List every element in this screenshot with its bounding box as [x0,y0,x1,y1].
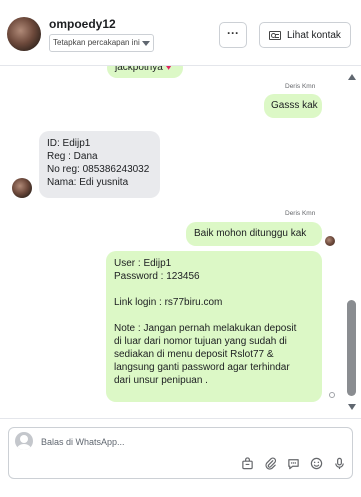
message-line: Note : Jangan pernah melakukan deposit [114,323,297,334]
outgoing-message[interactable]: User : Edijp1 Password : 123456 Link log… [106,251,322,402]
message-text: Gasss kak [271,100,318,111]
message-line: sediakan di menu deposit Rslot77 & [114,349,274,360]
message-line: di luar dari nomor tujuan yang sudah di [114,336,287,347]
message-line: User : Edijp1 [114,258,172,269]
read-receipt-avatar [325,236,335,246]
view-contact-button[interactable]: Lihat kontak [259,22,351,48]
more-options-button[interactable]: ··· [219,22,247,48]
scroll-thumb[interactable] [347,300,356,396]
contact-card-icon [269,30,281,40]
pin-conversation-value: Tetapkan percakapan ini [53,38,140,47]
outgoing-message[interactable]: Baik mohon ditunggu kak [186,222,322,246]
composer-tools [240,456,346,470]
sender-name: Deris Kmn [285,210,316,217]
composer-box[interactable] [8,427,353,479]
message-text: Baik mohon ditunggu kak [194,228,307,239]
message-line [114,309,322,322]
scroll-up-icon[interactable] [348,74,356,80]
contact-name[interactable]: ompoedy12 [49,17,116,31]
message-line: ID: Edijp1 [47,138,91,149]
contact-avatar[interactable] [7,17,41,51]
message-line: Nama: Edi yusnita [47,177,129,188]
paperclip-icon[interactable] [263,456,277,470]
message-line: langsung ganti password agar terhindar [114,362,290,373]
message-line: Reg : Dana [47,151,98,162]
scroll-down-icon[interactable] [348,404,356,410]
message-line: No reg: 085386243032 [47,164,150,175]
caret-down-icon [142,41,150,46]
message-thread[interactable]: jackpotnya ♥ Deris Kmn Gasss kak ID: Edi… [0,66,343,418]
bag-icon[interactable] [240,456,254,470]
message-line: Link login : rs77biru.com [114,297,223,308]
sent-status-icon [329,392,335,398]
conversation-header: ompoedy12 Tetapkan percakapan ini ··· Li… [0,0,361,66]
quick-reply-icon[interactable] [286,456,300,470]
message-line [114,283,322,296]
microphone-icon[interactable] [332,456,346,470]
thread-scrollbar[interactable] [343,66,361,418]
view-contact-label: Lihat kontak [287,29,341,41]
message-text: jackpotnya [115,66,163,73]
incoming-message[interactable]: ID: Edijp1 Reg : Dana No reg: 0853862430… [39,131,160,198]
pin-conversation-select[interactable]: Tetapkan percakapan ini [49,34,154,52]
message-line: Password : 123456 [114,271,200,282]
user-avatar [15,432,33,450]
message-line: dari unsur penipuan . [114,375,208,386]
heart-emoji-icon: ♥ [165,66,172,73]
outgoing-message[interactable]: Gasss kak [264,94,322,118]
message-composer [0,418,361,497]
emoji-icon[interactable] [309,456,323,470]
outgoing-message[interactable]: jackpotnya ♥ [107,66,183,78]
sender-avatar[interactable] [12,178,32,198]
sender-name: Deris Kmn [285,83,316,90]
reply-input[interactable] [41,434,281,450]
